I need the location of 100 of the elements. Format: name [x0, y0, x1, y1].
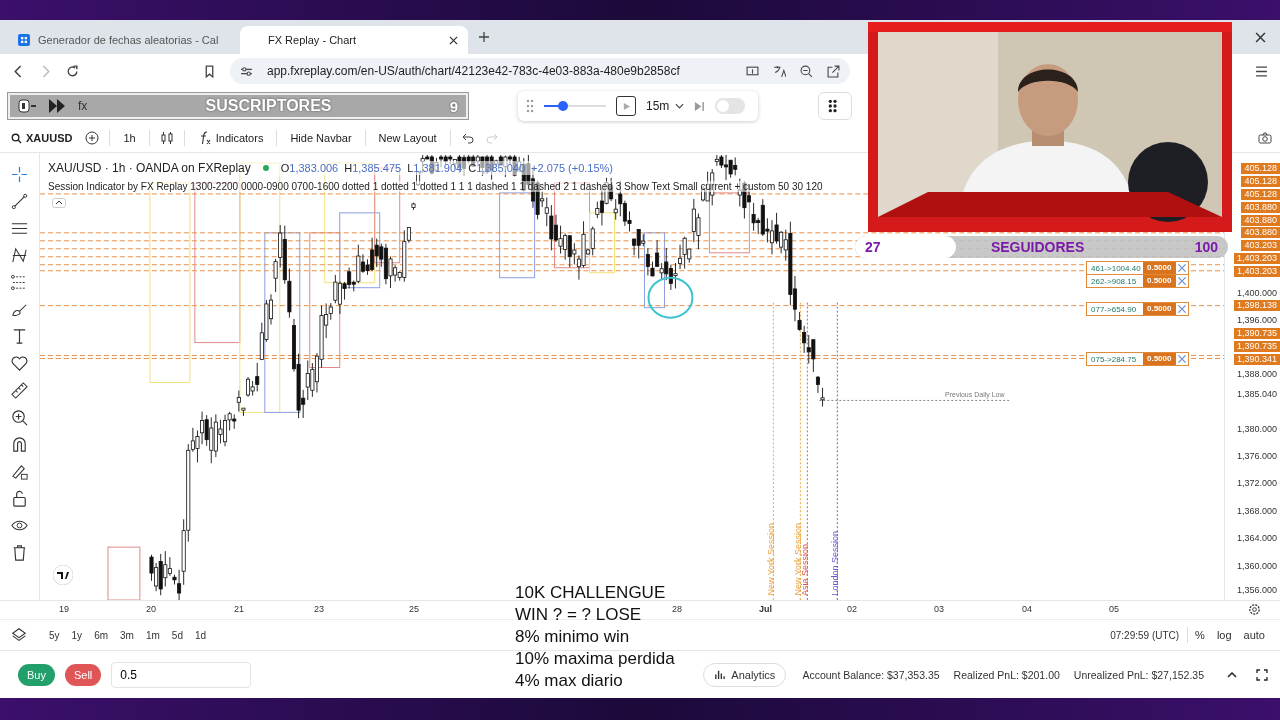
price-tag: 405.128 [1241, 176, 1280, 187]
chart-title: XAU/USD · 1h · OANDA on FXReplay [48, 161, 251, 175]
magnet-icon[interactable] [10, 435, 29, 454]
search-icon [11, 132, 22, 144]
price-label: 1,396.000 [1236, 315, 1277, 326]
followers-count: 27 [865, 239, 881, 255]
range-button[interactable]: 6m [89, 629, 114, 641]
menu-icon[interactable] [1255, 64, 1268, 78]
indicator-legend: Session Indicator by FX Replay 1300-2200 0000-0900 0700-1600 dotted 1 dotted 1 dotted 1 1 1 dashed 1 1 dashed 2 1 dashed 3 Show Text Small current + custom 50 30 120 [48, 181, 823, 192]
crosshair-icon[interactable] [10, 165, 29, 184]
layers-icon[interactable] [10, 626, 28, 644]
analytics-button[interactable]: Analytics [703, 662, 787, 687]
challenge-text: 10K CHALLENGUE [515, 582, 667, 604]
add-icon[interactable] [85, 131, 100, 145]
price-tag: 403.880 [1241, 202, 1280, 213]
timeframe-dropdown[interactable]: 15m [646, 99, 685, 113]
quantity-field[interactable]: 0.5 [111, 661, 252, 688]
fullscreen-icon[interactable] [1256, 668, 1268, 681]
session-label: London Session [830, 531, 840, 596]
reload-icon[interactable] [66, 64, 79, 78]
subscriber-count: 9 [449, 97, 458, 115]
toggle-switch[interactable] [715, 98, 746, 114]
address-field[interactable]: app.fxreplay.com/en-US/auth/chart/42123e42-783c-4e03-883a-480e9b2858cf [230, 58, 850, 84]
range-button[interactable]: 1m [140, 629, 165, 641]
account-balance: Account Balance: $37,353.35 [802, 668, 940, 681]
toolbar-button[interactable]: Indicators [194, 131, 267, 145]
price-change: +2.075 (+0.15%) [531, 162, 614, 174]
ohlc-value: L1,381.904 [407, 162, 463, 174]
new-tab-icon[interactable] [478, 31, 490, 43]
translate-icon[interactable] [773, 64, 786, 78]
range-button[interactable]: 5d [166, 629, 188, 641]
price-label: 1,400.000 [1236, 288, 1277, 299]
range-button[interactable]: 5y [44, 629, 65, 641]
close-icon[interactable] [449, 35, 458, 45]
grid-button[interactable] [818, 92, 852, 120]
tune-icon[interactable] [240, 64, 253, 78]
play-icon [621, 101, 631, 111]
interval-button[interactable]: 1h [120, 132, 139, 144]
skip-forward-icon[interactable] [694, 100, 706, 112]
subscriber-label: SUSCRIPTORES [204, 97, 333, 115]
price-tag: 1,390.735 [1233, 341, 1280, 352]
zoom-in-icon[interactable] [10, 408, 29, 427]
date-label: 23 [314, 604, 324, 614]
heart-icon[interactable] [10, 354, 29, 373]
range-button[interactable]: 1y [66, 629, 88, 641]
price-tag: 403.880 [1241, 215, 1280, 226]
fx-label: fx [78, 99, 88, 113]
session-label: New York Session [766, 523, 776, 596]
collapse-icon[interactable] [52, 198, 66, 208]
unrealized-pnl: Unrealized PnL: $27,152.35 [1073, 668, 1204, 681]
ruler-icon[interactable] [10, 381, 29, 400]
date-label: 19 [59, 604, 69, 614]
pattern-icon[interactable] [10, 246, 29, 265]
price-label: 1,385.040 [1236, 389, 1277, 400]
price-tag: 1,403.203 [1233, 253, 1280, 264]
browser-tab[interactable]: Generador de fechas aleatorias - Cal [8, 26, 236, 54]
scale-button[interactable]: log [1211, 629, 1237, 641]
price-tag: 1,390.341 [1233, 354, 1280, 365]
order-tag[interactable]: 461->1004.40 0.5000 [1086, 261, 1190, 275]
toolbar-button[interactable]: New Layout [375, 132, 440, 144]
order-tag[interactable]: 262->908.15 0.5000 [1086, 274, 1190, 288]
scale-button[interactable]: auto [1238, 629, 1270, 641]
lock-icon[interactable] [10, 489, 29, 508]
date-label: 21 [234, 604, 244, 614]
range-button[interactable]: 3m [115, 629, 139, 641]
pencil-lock-icon[interactable] [10, 462, 29, 481]
order-tag[interactable]: 077->654.90 0.5000 [1086, 302, 1190, 316]
price-label: 1,372.000 [1236, 478, 1277, 489]
scale-button[interactable]: % [1190, 629, 1210, 641]
price-label: 1,376.000 [1236, 451, 1277, 462]
price-label: 1,388.000 [1236, 369, 1277, 380]
line-icon[interactable] [10, 192, 29, 211]
bookmark-icon[interactable] [203, 64, 216, 78]
sell-button[interactable]: Sell [64, 663, 102, 686]
ohlc-value: C1,385.040 [468, 162, 526, 174]
price-label: 1,368.000 [1236, 506, 1277, 517]
ohlc-value: O1,383.006 [280, 162, 339, 174]
toggle-icon [18, 99, 38, 113]
browser-tab[interactable]: FX Replay - Chart [240, 26, 468, 54]
slider-thumb[interactable] [557, 101, 568, 111]
symbol-search[interactable]: XAUUSD [8, 132, 76, 144]
close-icon[interactable] [1255, 31, 1266, 43]
candles-icon[interactable] [159, 131, 174, 145]
challenge-text: 8% minimo win [515, 626, 631, 648]
zoom-out-icon[interactable] [800, 64, 813, 78]
share-icon[interactable] [827, 64, 840, 78]
ohlc-value: H1,385.475 [344, 162, 402, 174]
date-label: 05 [1109, 604, 1119, 614]
price-tag: 1,390.735 [1233, 328, 1280, 339]
play-button[interactable] [616, 96, 636, 116]
drag-handle-icon[interactable] [526, 99, 534, 113]
range-button[interactable]: 1d [189, 629, 212, 641]
session-label: Asia Session [800, 543, 810, 596]
toolbar-button[interactable]: Hide Navbar [287, 132, 355, 144]
undo-icon[interactable] [460, 131, 475, 145]
order-tag[interactable]: 075->284.75 0.5000 [1086, 352, 1190, 366]
caret-icon [675, 103, 685, 109]
price-label: 1,380.000 [1236, 424, 1277, 435]
settings-icon[interactable] [1248, 603, 1261, 616]
realized-pnl: Realized PnL: $201.00 [953, 668, 1060, 681]
